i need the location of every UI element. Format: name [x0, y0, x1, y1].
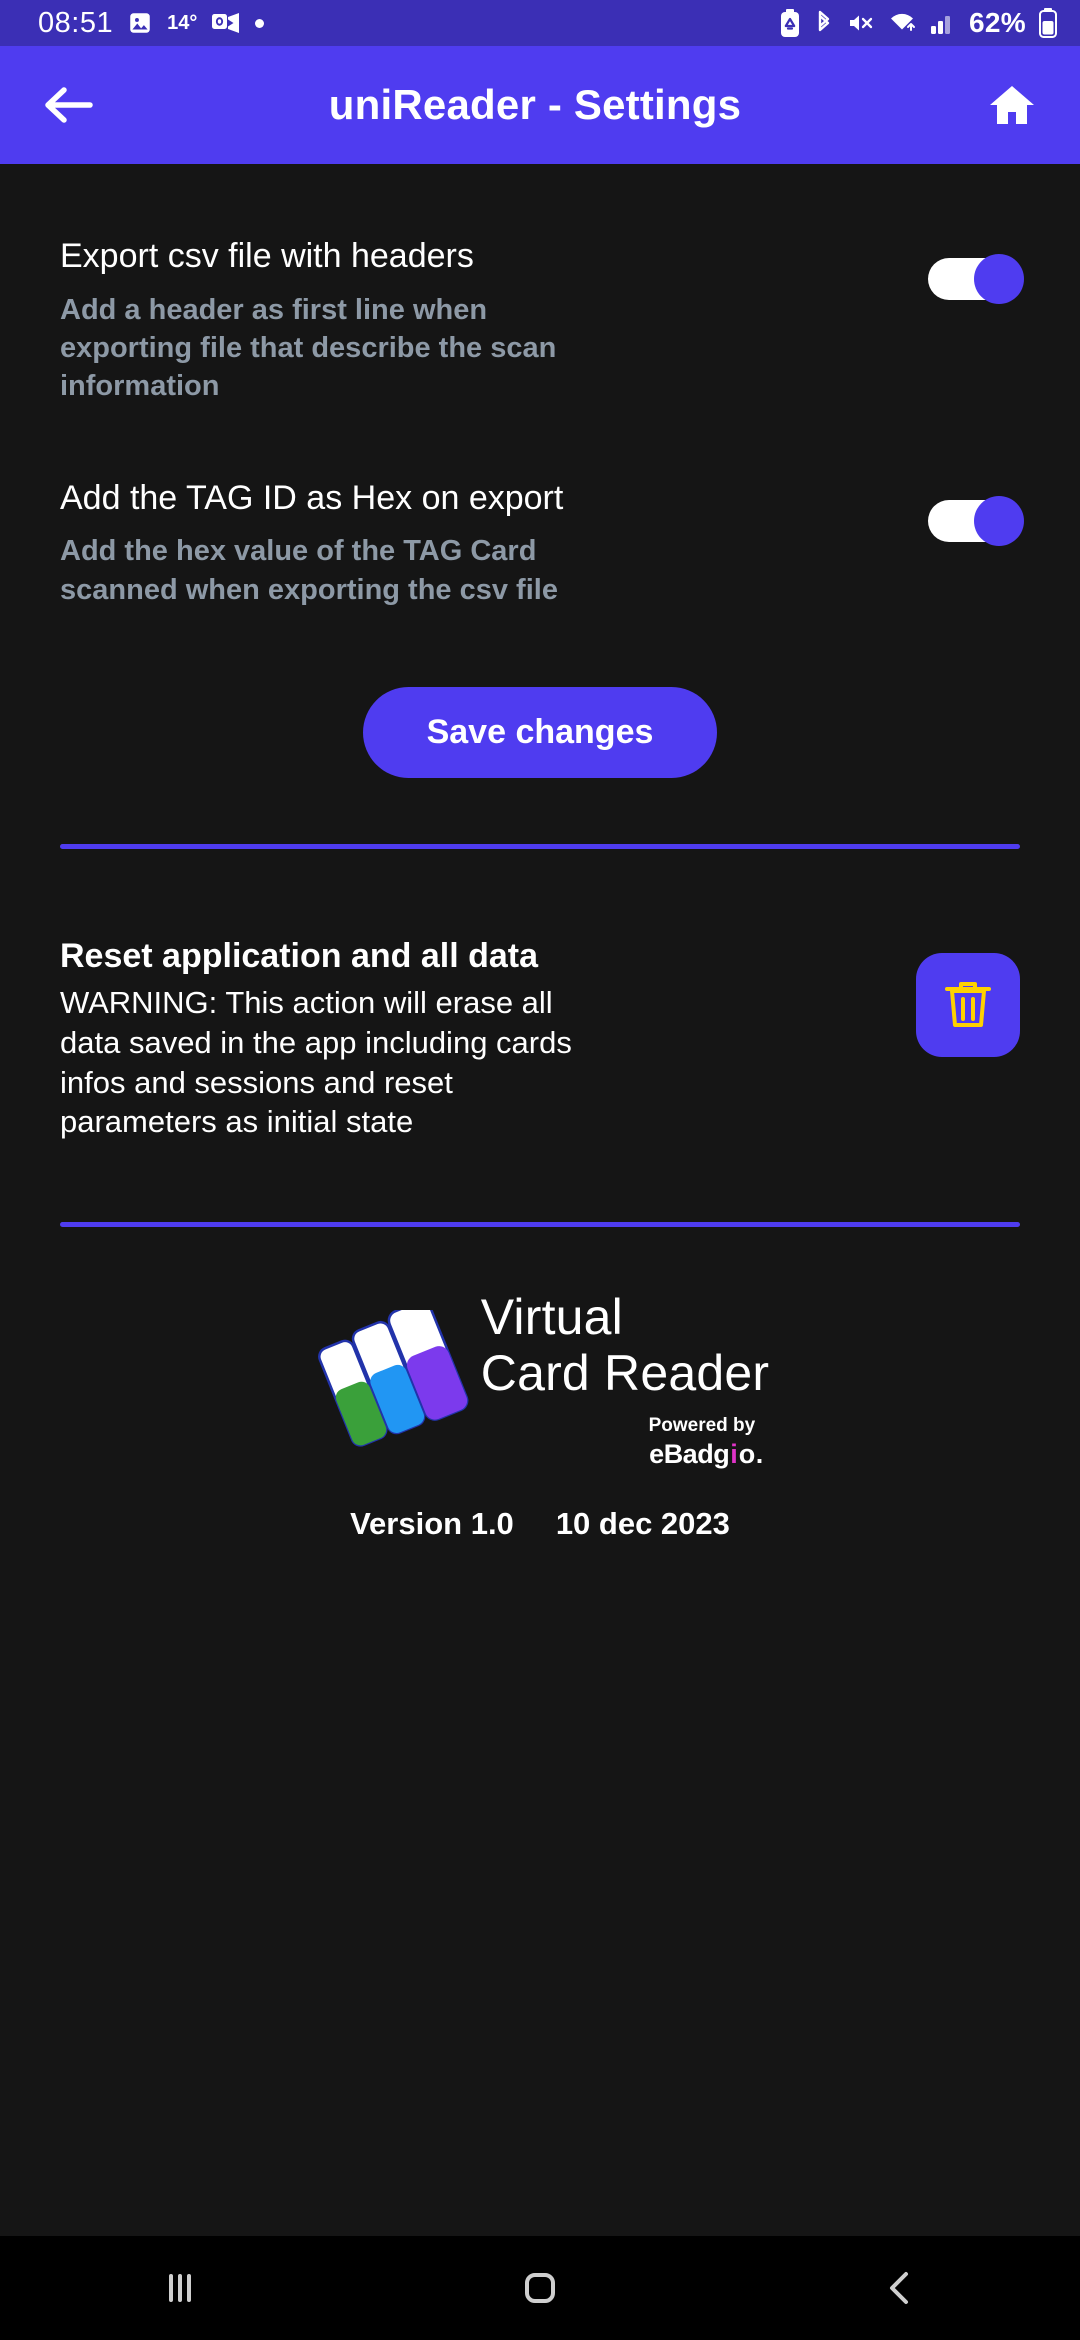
- divider-bottom: [60, 1222, 1020, 1228]
- brand-text: Virtual Card Reader Powered by eBadg i o…: [481, 1289, 769, 1470]
- phone-screen: 08:51 14° 62% uniReader - Settings Expor…: [0, 0, 1080, 2340]
- toggle-knob: [974, 495, 1024, 546]
- outlook-icon: [211, 10, 241, 36]
- arrow-left-icon: [45, 87, 93, 123]
- setting-text: Export csv file with headers Add a heade…: [60, 236, 928, 406]
- dot-indicator: [255, 18, 265, 28]
- status-bar-left: 08:51 14°: [38, 6, 265, 40]
- status-bar-clock: 08:51: [38, 6, 114, 39]
- ebadge-tail: .: [755, 1439, 764, 1470]
- version-line: Version 1.0 10 dec 2023: [60, 1506, 1020, 1542]
- version-date: 10 dec 2023: [555, 1506, 730, 1542]
- save-button-container: Save changes: [60, 686, 1020, 778]
- mute-icon: [847, 10, 875, 36]
- temperature-label: 14°: [167, 11, 198, 34]
- battery-icon: [1038, 8, 1058, 38]
- setting-subtitle: Add the hex value of the TAG Card scanne…: [60, 535, 558, 606]
- ebadge-accent: i: [730, 1439, 738, 1470]
- reset-section: Reset application and all data WARNING: …: [60, 935, 1020, 1142]
- setting-subtitle: Add a header as first line when exportin…: [60, 293, 557, 403]
- stacked-cards-logo: [311, 1299, 481, 1450]
- setting-row-export-headers: Export csv file with headers Add a heade…: [60, 164, 1024, 406]
- toggle-tag-hex[interactable]: [928, 495, 1024, 546]
- reset-text: Reset application and all data WARNING: …: [60, 935, 916, 1142]
- image-icon: [127, 10, 153, 36]
- page-title: uniReader - Settings: [328, 81, 742, 128]
- home-nav-button[interactable]: [480, 2248, 600, 2328]
- settings-content: Export csv file with headers Add a heade…: [0, 164, 1080, 2236]
- battery-saver-icon: [779, 9, 801, 37]
- home-button[interactable]: [980, 73, 1044, 137]
- toggle-knob: [974, 254, 1024, 304]
- save-changes-button[interactable]: Save changes: [362, 686, 718, 778]
- ebadge-prefix: eBadg: [649, 1439, 730, 1470]
- ebadge-suffix: o: [738, 1439, 756, 1470]
- recents-icon: [169, 2274, 191, 2302]
- powered-by-label: Powered by: [648, 1415, 756, 1437]
- toggle-export-headers[interactable]: [928, 254, 1024, 304]
- brand-block: Virtual Card Reader Powered by eBadg i o…: [60, 1289, 1020, 1470]
- home-square-icon: [525, 2273, 555, 2303]
- battery-percent-label: 62%: [969, 7, 1026, 38]
- setting-title: Export csv file with headers: [60, 237, 474, 275]
- setting-text: Add the TAG ID as Hex on export Add the …: [60, 478, 928, 609]
- trash-icon: [945, 981, 991, 1027]
- reset-delete-button[interactable]: [916, 952, 1020, 1057]
- app-bar: uniReader - Settings: [0, 46, 1080, 164]
- brand-name-line2: Card Reader: [480, 1345, 770, 1402]
- ebadge-logo: eBadg i o .: [481, 1439, 769, 1470]
- home-icon: [990, 86, 1034, 124]
- recents-button[interactable]: [120, 2248, 240, 2328]
- back-nav-button[interactable]: [840, 2248, 960, 2328]
- reset-warning: WARNING: This action will erase all data…: [60, 985, 572, 1140]
- version-number: Version 1.0: [350, 1506, 514, 1542]
- status-bar-right: 62%: [779, 7, 1058, 39]
- android-nav-bar: [0, 2236, 1080, 2340]
- reset-title: Reset application and all data: [60, 936, 539, 975]
- setting-row-tag-hex: Add the TAG ID as Hex on export Add the …: [60, 406, 1024, 609]
- setting-title: Add the TAG ID as Hex on export: [60, 478, 564, 517]
- divider-top: [60, 843, 1020, 849]
- status-bar: 08:51 14° 62%: [0, 0, 1080, 46]
- bluetooth-icon: [813, 9, 835, 37]
- wifi-icon: [887, 10, 917, 36]
- signal-icon: [929, 10, 957, 36]
- brand-name-line1: Virtual: [480, 1289, 623, 1346]
- back-chevron-icon: [890, 2272, 908, 2304]
